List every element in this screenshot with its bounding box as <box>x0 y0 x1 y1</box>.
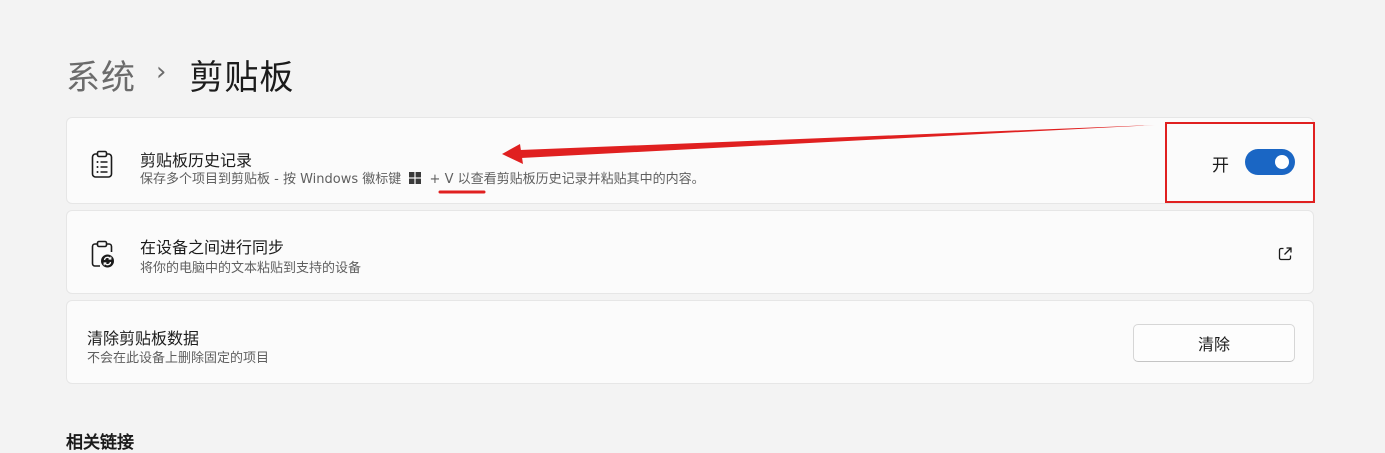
clipboard-history-desc-before: 保存多个项目到剪贴板 - 按 Windows 徽标键 <box>140 172 402 187</box>
clipboard-sync-icon <box>91 240 114 268</box>
breadcrumb-parent-system[interactable]: 系统 <box>66 50 136 99</box>
clipboard-history-toggle[interactable] <box>1245 149 1295 175</box>
related-links-heading: 相关链接 <box>66 433 134 453</box>
clipboard-list-icon <box>91 150 113 178</box>
windows-logo-icon <box>409 172 422 184</box>
clipboard-history-card: 剪贴板历史记录 保存多个项目到剪贴板 - 按 Windows 徽标键 + V 以… <box>66 117 1314 204</box>
toggle-state-label: 开 <box>1212 156 1229 176</box>
clear-button[interactable]: 清除 <box>1133 324 1295 362</box>
clipboard-history-desc-after: + V 以查看剪贴板历史记录并粘贴其中的内容。 <box>429 172 705 187</box>
toggle-knob <box>1275 155 1289 169</box>
sync-devices-description: 将你的电脑中的文本粘贴到支持的设备 <box>140 261 362 276</box>
page-title: 剪贴板 <box>189 57 295 98</box>
clear-clipboard-description: 不会在此设备上删除固定的项目 <box>87 351 270 366</box>
sync-devices-card[interactable]: 在设备之间进行同步 将你的电脑中的文本粘贴到支持的设备 <box>66 210 1314 294</box>
breadcrumb-separator: › <box>156 57 168 87</box>
clear-clipboard-title: 清除剪贴板数据 <box>87 329 200 348</box>
breadcrumb: 系统 › 剪贴板 <box>66 50 294 98</box>
external-link-icon[interactable] <box>1277 246 1293 262</box>
sync-devices-title: 在设备之间进行同步 <box>140 238 285 257</box>
clear-clipboard-card: 清除剪贴板数据 不会在此设备上删除固定的项目 清除 <box>66 300 1314 384</box>
clipboard-history-description: 保存多个项目到剪贴板 - 按 Windows 徽标键 + V 以查看剪贴板历史记… <box>140 168 705 187</box>
